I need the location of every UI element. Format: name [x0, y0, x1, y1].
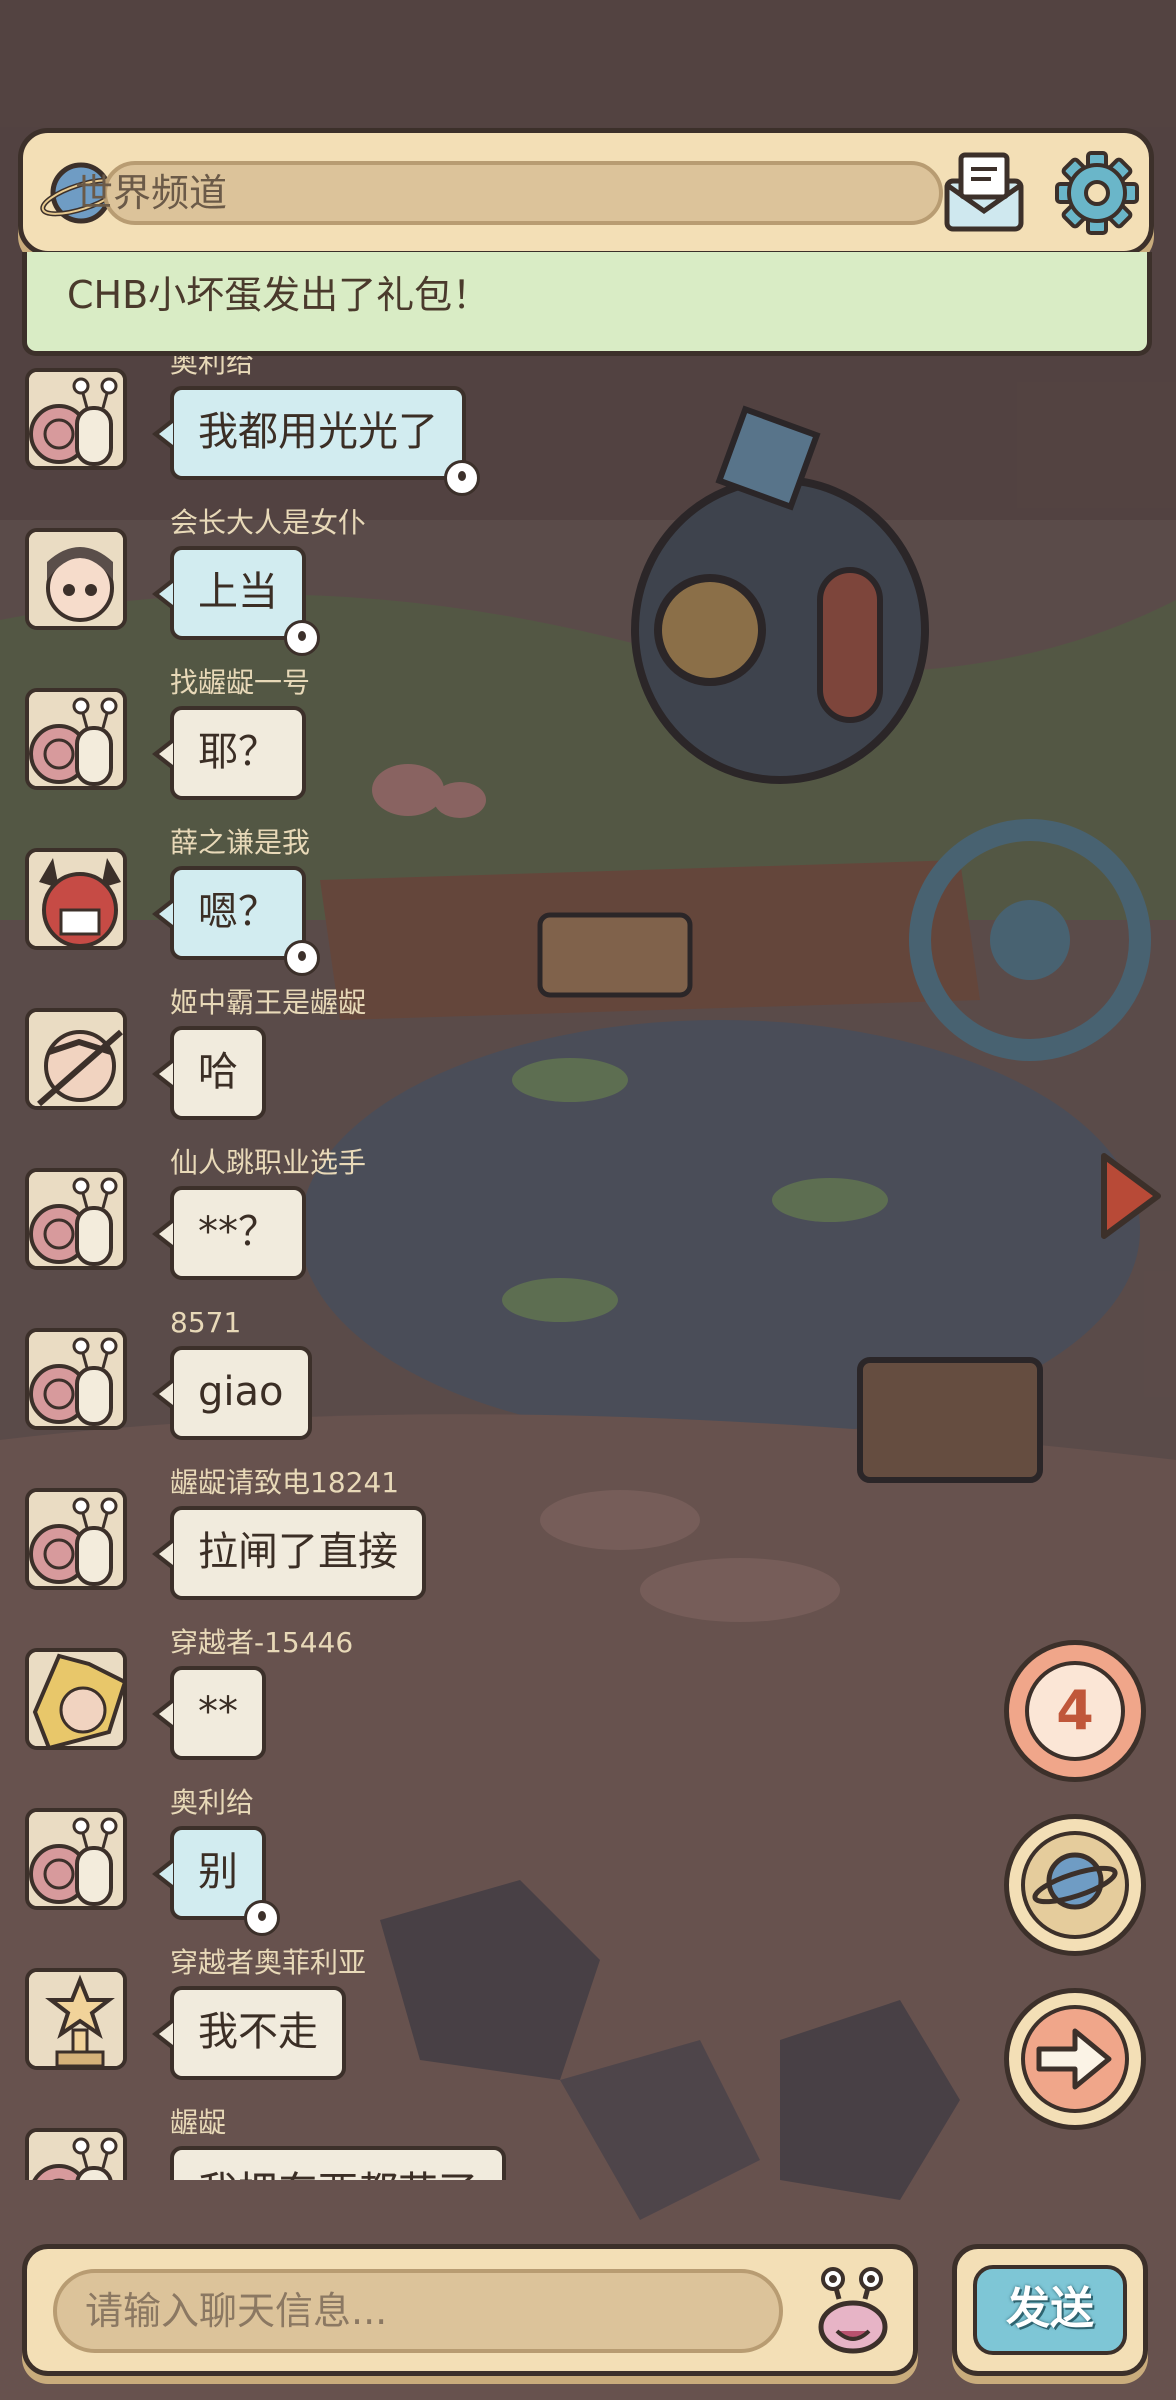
message-bubble[interactable]: 耶？ — [152, 706, 306, 800]
sender-name: 穿越者奥菲利亚 — [170, 1946, 367, 1979]
trophy-avatar[interactable] — [25, 1968, 127, 2070]
chat-message: 奥利给我都用光光了 — [0, 356, 560, 506]
sender-name: 姬中霸王是龌龊 — [170, 986, 367, 1019]
girl-avatar[interactable] — [25, 528, 127, 630]
notification-button[interactable]: 4 — [1004, 1640, 1146, 1782]
voice-icon[interactable] — [284, 940, 320, 976]
chat-message: 穿越者-15446 ** — [0, 1626, 560, 1786]
planet-icon — [1021, 1831, 1129, 1939]
system-gift-banner[interactable]: CHB小坏蛋发出了礼包！ — [22, 252, 1152, 356]
chat-message: 8571 giao — [0, 1306, 560, 1466]
arrow-right-icon — [1021, 2005, 1129, 2113]
message-bubble[interactable]: 拉闸了直接 — [152, 1506, 426, 1600]
chat-message: 奥利给别 — [0, 1786, 560, 1946]
channel-title: 世界频道 — [75, 171, 228, 215]
next-button[interactable] — [1004, 1988, 1146, 2130]
sender-name: 龌龊 — [170, 2106, 227, 2139]
snail-avatar[interactable] — [25, 1168, 127, 1270]
world-channel-button[interactable] — [1004, 1814, 1146, 1956]
snail-emoji-icon[interactable] — [807, 2265, 899, 2357]
gear-icon[interactable] — [1053, 149, 1141, 237]
sender-name: 奥利给 — [170, 1786, 255, 1819]
chat-message-list[interactable]: 奥利给 我都用光光了 会长大人是女仆 上当 找龌龊一号 耶？ 薛之谦是我 嗯？ 姬中霸王是龌龊哈… — [0, 356, 560, 2180]
sender-name: 会长大人是女仆 — [170, 506, 367, 539]
voice-message-bubble[interactable]: 我都用光光了 — [152, 386, 480, 496]
voice-message-bubble[interactable]: 上当 — [152, 546, 320, 656]
message-text: 我都用光光了 — [198, 409, 438, 455]
message-text: 拉闸了直接 — [198, 1529, 398, 1575]
sender-name: 仙人跳职业选手 — [170, 1146, 367, 1179]
message-bubble[interactable]: **？ — [152, 1186, 306, 1280]
message-text: 哈 — [198, 1049, 238, 1095]
sender-name: 龌龊请致电18241 — [170, 1466, 400, 1499]
chat-input[interactable] — [53, 2269, 783, 2353]
message-text: 嗯？ — [198, 889, 278, 935]
mail-icon[interactable] — [941, 151, 1027, 235]
message-text: 我不走 — [198, 2009, 318, 2055]
chat-input-panel — [22, 2244, 918, 2376]
chat-message: 龌龊我把东西都花了 — [0, 2106, 560, 2180]
chat-header: 世界频道 — [18, 128, 1154, 256]
chat-message: 找龌龊一号耶？ — [0, 666, 560, 826]
sender-name: 薛之谦是我 — [170, 826, 311, 859]
message-text: **？ — [198, 1209, 278, 1255]
voice-message-bubble[interactable]: 别 — [152, 1826, 280, 1936]
message-text: 我把东西都花了 — [198, 2169, 478, 2180]
send-button[interactable]: 发送 — [952, 2244, 1148, 2376]
chat-message: 姬中霸王是龌龊哈 — [0, 986, 560, 1146]
voice-icon[interactable] — [244, 1900, 280, 1936]
snail-avatar[interactable] — [25, 2128, 127, 2180]
message-text: 别 — [198, 1849, 238, 1895]
message-text: 上当 — [198, 569, 278, 615]
notification-count: 4 — [1025, 1661, 1125, 1761]
voice-message-bubble[interactable]: 嗯？ — [152, 866, 320, 976]
warrior-avatar[interactable] — [25, 1008, 127, 1110]
sender-name: 找龌龊一号 — [170, 666, 311, 699]
message-text: 耶？ — [198, 729, 278, 775]
snail-avatar[interactable] — [25, 1488, 127, 1590]
chat-message: 龌龊请致电18241 拉闸了直接 — [0, 1466, 560, 1626]
voice-icon[interactable] — [444, 460, 480, 496]
chat-message: 穿越者奥菲利亚我不走 — [0, 1946, 560, 2106]
sender-name: 穿越者-15446 — [170, 1626, 354, 1659]
message-text: ** — [198, 1689, 238, 1735]
chat-message: 薛之谦是我嗯？ — [0, 826, 560, 986]
demon-avatar[interactable] — [25, 848, 127, 950]
send-button-label: 发送 — [973, 2265, 1127, 2355]
message-bubble[interactable]: 哈 — [152, 1026, 266, 1120]
snail-avatar[interactable] — [25, 368, 127, 470]
system-message: CHB小坏蛋发出了礼包！ — [67, 273, 491, 317]
chat-message: 仙人跳职业选手 **？ — [0, 1146, 560, 1306]
channel-selector[interactable] — [103, 161, 943, 225]
message-text: giao — [198, 1369, 284, 1415]
message-bubble[interactable]: 我把东西都花了 — [170, 2146, 506, 2180]
scene-arrow-icon[interactable] — [1096, 1150, 1166, 1242]
message-bubble[interactable]: ** — [152, 1666, 266, 1760]
message-bubble[interactable]: 我不走 — [152, 1986, 346, 2080]
snail-avatar[interactable] — [25, 1808, 127, 1910]
blond-avatar[interactable] — [25, 1648, 127, 1750]
snail-avatar[interactable] — [25, 1328, 127, 1430]
voice-icon[interactable] — [284, 620, 320, 656]
sender-name: 奥利给 — [170, 356, 255, 379]
chat-message: 会长大人是女仆上当 — [0, 506, 560, 666]
snail-avatar[interactable] — [25, 688, 127, 790]
sender-name: 8571 — [170, 1306, 242, 1339]
message-bubble[interactable]: giao — [152, 1346, 312, 1440]
